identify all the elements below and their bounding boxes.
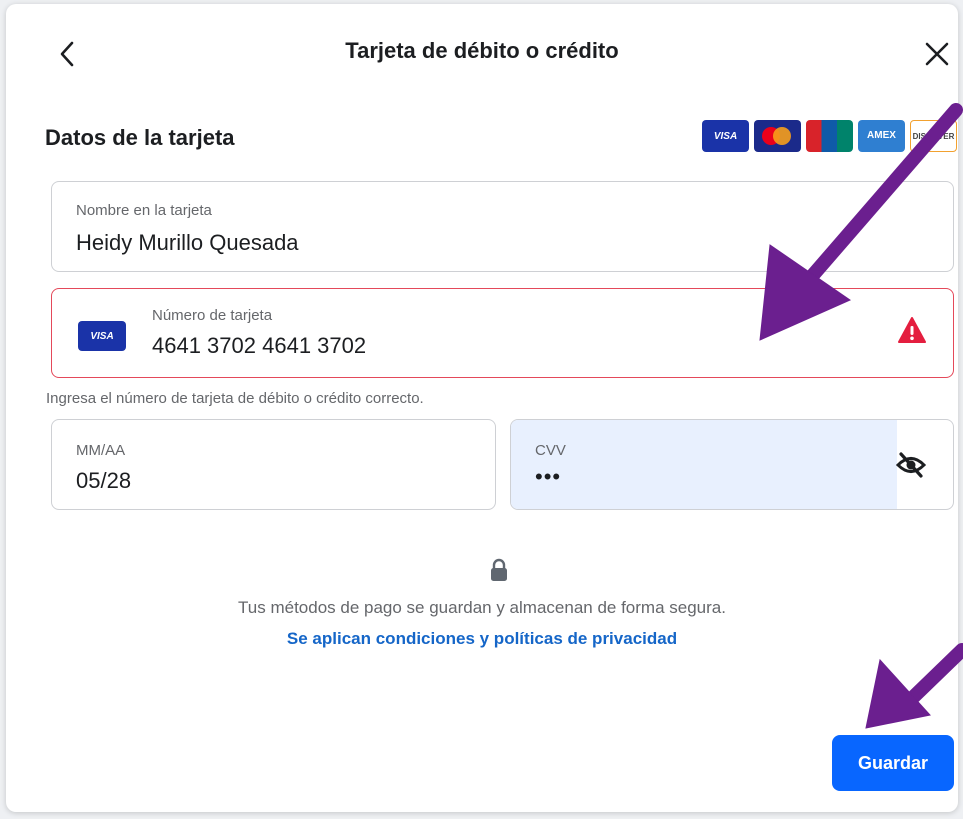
card-number-label: Número de tarjeta	[152, 307, 273, 324]
card-dialog: Tarjeta de débito o crédito Datos de la …	[6, 4, 958, 812]
security-message: Tus métodos de pago se guardan y almacen…	[238, 598, 726, 617]
cvv-field[interactable]: CVV •••	[510, 419, 954, 510]
card-number-value[interactable]: 4641 3702 4641 3702	[152, 333, 366, 359]
name-field-value[interactable]: Heidy Murillo Quesada	[76, 230, 299, 256]
name-field[interactable]: Nombre en la tarjeta Heidy Murillo Quesa…	[51, 181, 954, 272]
expiry-label: MM/AA	[76, 442, 126, 459]
cvv-value[interactable]: •••	[535, 464, 561, 490]
cvv-label: CVV	[535, 442, 566, 459]
close-icon[interactable]	[919, 36, 955, 72]
card-number-field[interactable]: VISA Número de tarjeta 4641 3702 4641 37…	[51, 288, 954, 378]
dialog-title: Tarjeta de débito o crédito	[345, 38, 619, 63]
lock-icon	[490, 558, 508, 582]
unionpay-logo	[806, 120, 853, 152]
accepted-cards: VISA AMEX DISCOVER	[702, 120, 957, 152]
section-title: Datos de la tarjeta	[45, 125, 235, 150]
expiry-field[interactable]: MM/AA 05/28	[51, 419, 496, 510]
card-number-error: Ingresa el número de tarjeta de débito o…	[46, 390, 424, 407]
eye-slash-icon[interactable]	[895, 450, 927, 480]
expiry-value[interactable]: 05/28	[76, 468, 131, 494]
amex-logo: AMEX	[858, 120, 905, 152]
discover-logo: DISCOVER	[910, 120, 957, 152]
name-field-label: Nombre en la tarjeta	[76, 202, 212, 219]
visa-logo: VISA	[702, 120, 749, 152]
warning-icon	[898, 315, 926, 345]
mastercard-logo	[754, 120, 801, 152]
save-button[interactable]: Guardar	[832, 735, 954, 791]
visa-icon: VISA	[78, 321, 126, 351]
privacy-policy-link[interactable]: Se aplican condiciones y políticas de pr…	[6, 629, 958, 649]
